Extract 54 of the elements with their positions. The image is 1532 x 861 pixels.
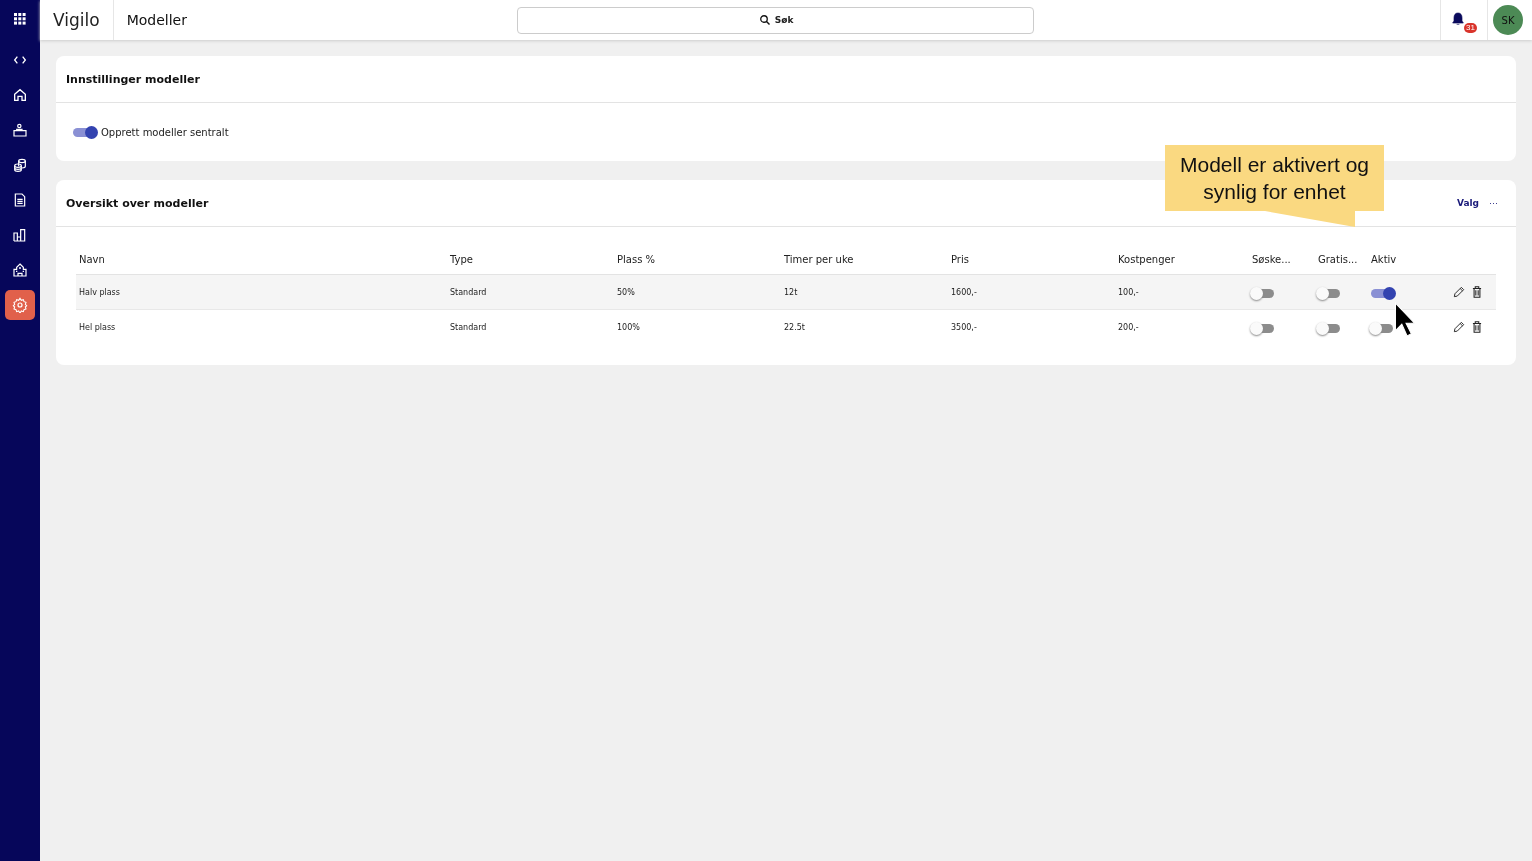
table-cell-text: 100,-: [1117, 287, 1140, 297]
column-header[interactable]: Plass %: [614, 254, 781, 265]
table-cell-text: Standard: [449, 287, 488, 297]
table-cell-text: Standard: [449, 322, 488, 332]
table-cell-text: 1600,-: [950, 287, 978, 297]
toggle-switch[interactable]: [1318, 323, 1340, 333]
notification-badge: 31: [1464, 23, 1477, 33]
delete-icon[interactable]: [1470, 320, 1484, 334]
table-cell-text: 22.5t: [783, 322, 806, 332]
toggle-switch[interactable]: [1371, 323, 1393, 333]
card-title: Innstillinger modeller: [66, 72, 201, 86]
page-title: Modeller: [125, 12, 188, 28]
column-header[interactable]: Kostpenger: [1115, 254, 1249, 265]
school-icon: [12, 262, 28, 278]
chart-icon: [12, 227, 28, 243]
column-header[interactable]: Navn: [76, 254, 447, 265]
table-cell-text: 12t: [783, 287, 799, 297]
toggle-switch[interactable]: [1252, 288, 1274, 298]
column-header[interactable]: Gratis...: [1315, 254, 1368, 265]
column-header[interactable]: Aktiv: [1368, 254, 1428, 265]
table-cell-text: 200,-: [1117, 322, 1140, 332]
more-button[interactable]: ···: [1479, 198, 1506, 208]
column-header[interactable]: Søske...: [1249, 254, 1315, 265]
table-cell-text: 100%: [616, 322, 641, 332]
person-icon: [12, 122, 28, 138]
table-cell-text: Hel plass: [78, 322, 117, 332]
toggle-switch[interactable]: [73, 127, 95, 137]
coins-icon: [12, 157, 28, 173]
toggle-switch[interactable]: [1252, 323, 1274, 333]
table-cell-text: 3500,-: [950, 322, 978, 332]
card-title: Oversikt over modeller: [66, 196, 210, 210]
delete-icon[interactable]: [1470, 285, 1484, 299]
search-icon: [758, 13, 771, 26]
gear-icon: [12, 297, 28, 313]
column-header[interactable]: Pris: [948, 254, 1115, 265]
brand-name[interactable]: Vigilo: [40, 0, 114, 40]
home-icon: [12, 87, 28, 103]
toggle-switch[interactable]: [1371, 288, 1393, 298]
table-cell-text: Halv plass: [78, 287, 121, 297]
edit-icon[interactable]: [1452, 320, 1466, 334]
toggle-label: Opprett modeller sentralt: [101, 126, 229, 138]
notification-button[interactable]: 31: [1450, 9, 1478, 35]
toggle-switch[interactable]: [1318, 288, 1340, 298]
bell-icon: [1450, 11, 1466, 27]
search-field[interactable]: Søk: [516, 6, 1034, 34]
sidebar-item[interactable]: [5, 290, 35, 320]
column-header[interactable]: Timer per uke: [781, 254, 948, 265]
edit-icon[interactable]: [1452, 285, 1466, 299]
options-button[interactable]: Valg: [1456, 198, 1479, 208]
column-header[interactable]: Type: [447, 254, 614, 265]
apps-grid-icon[interactable]: [14, 13, 26, 25]
table-cell-text: 50%: [616, 287, 636, 297]
document-icon: [12, 192, 28, 208]
user-avatar[interactable]: SK: [1493, 5, 1523, 35]
